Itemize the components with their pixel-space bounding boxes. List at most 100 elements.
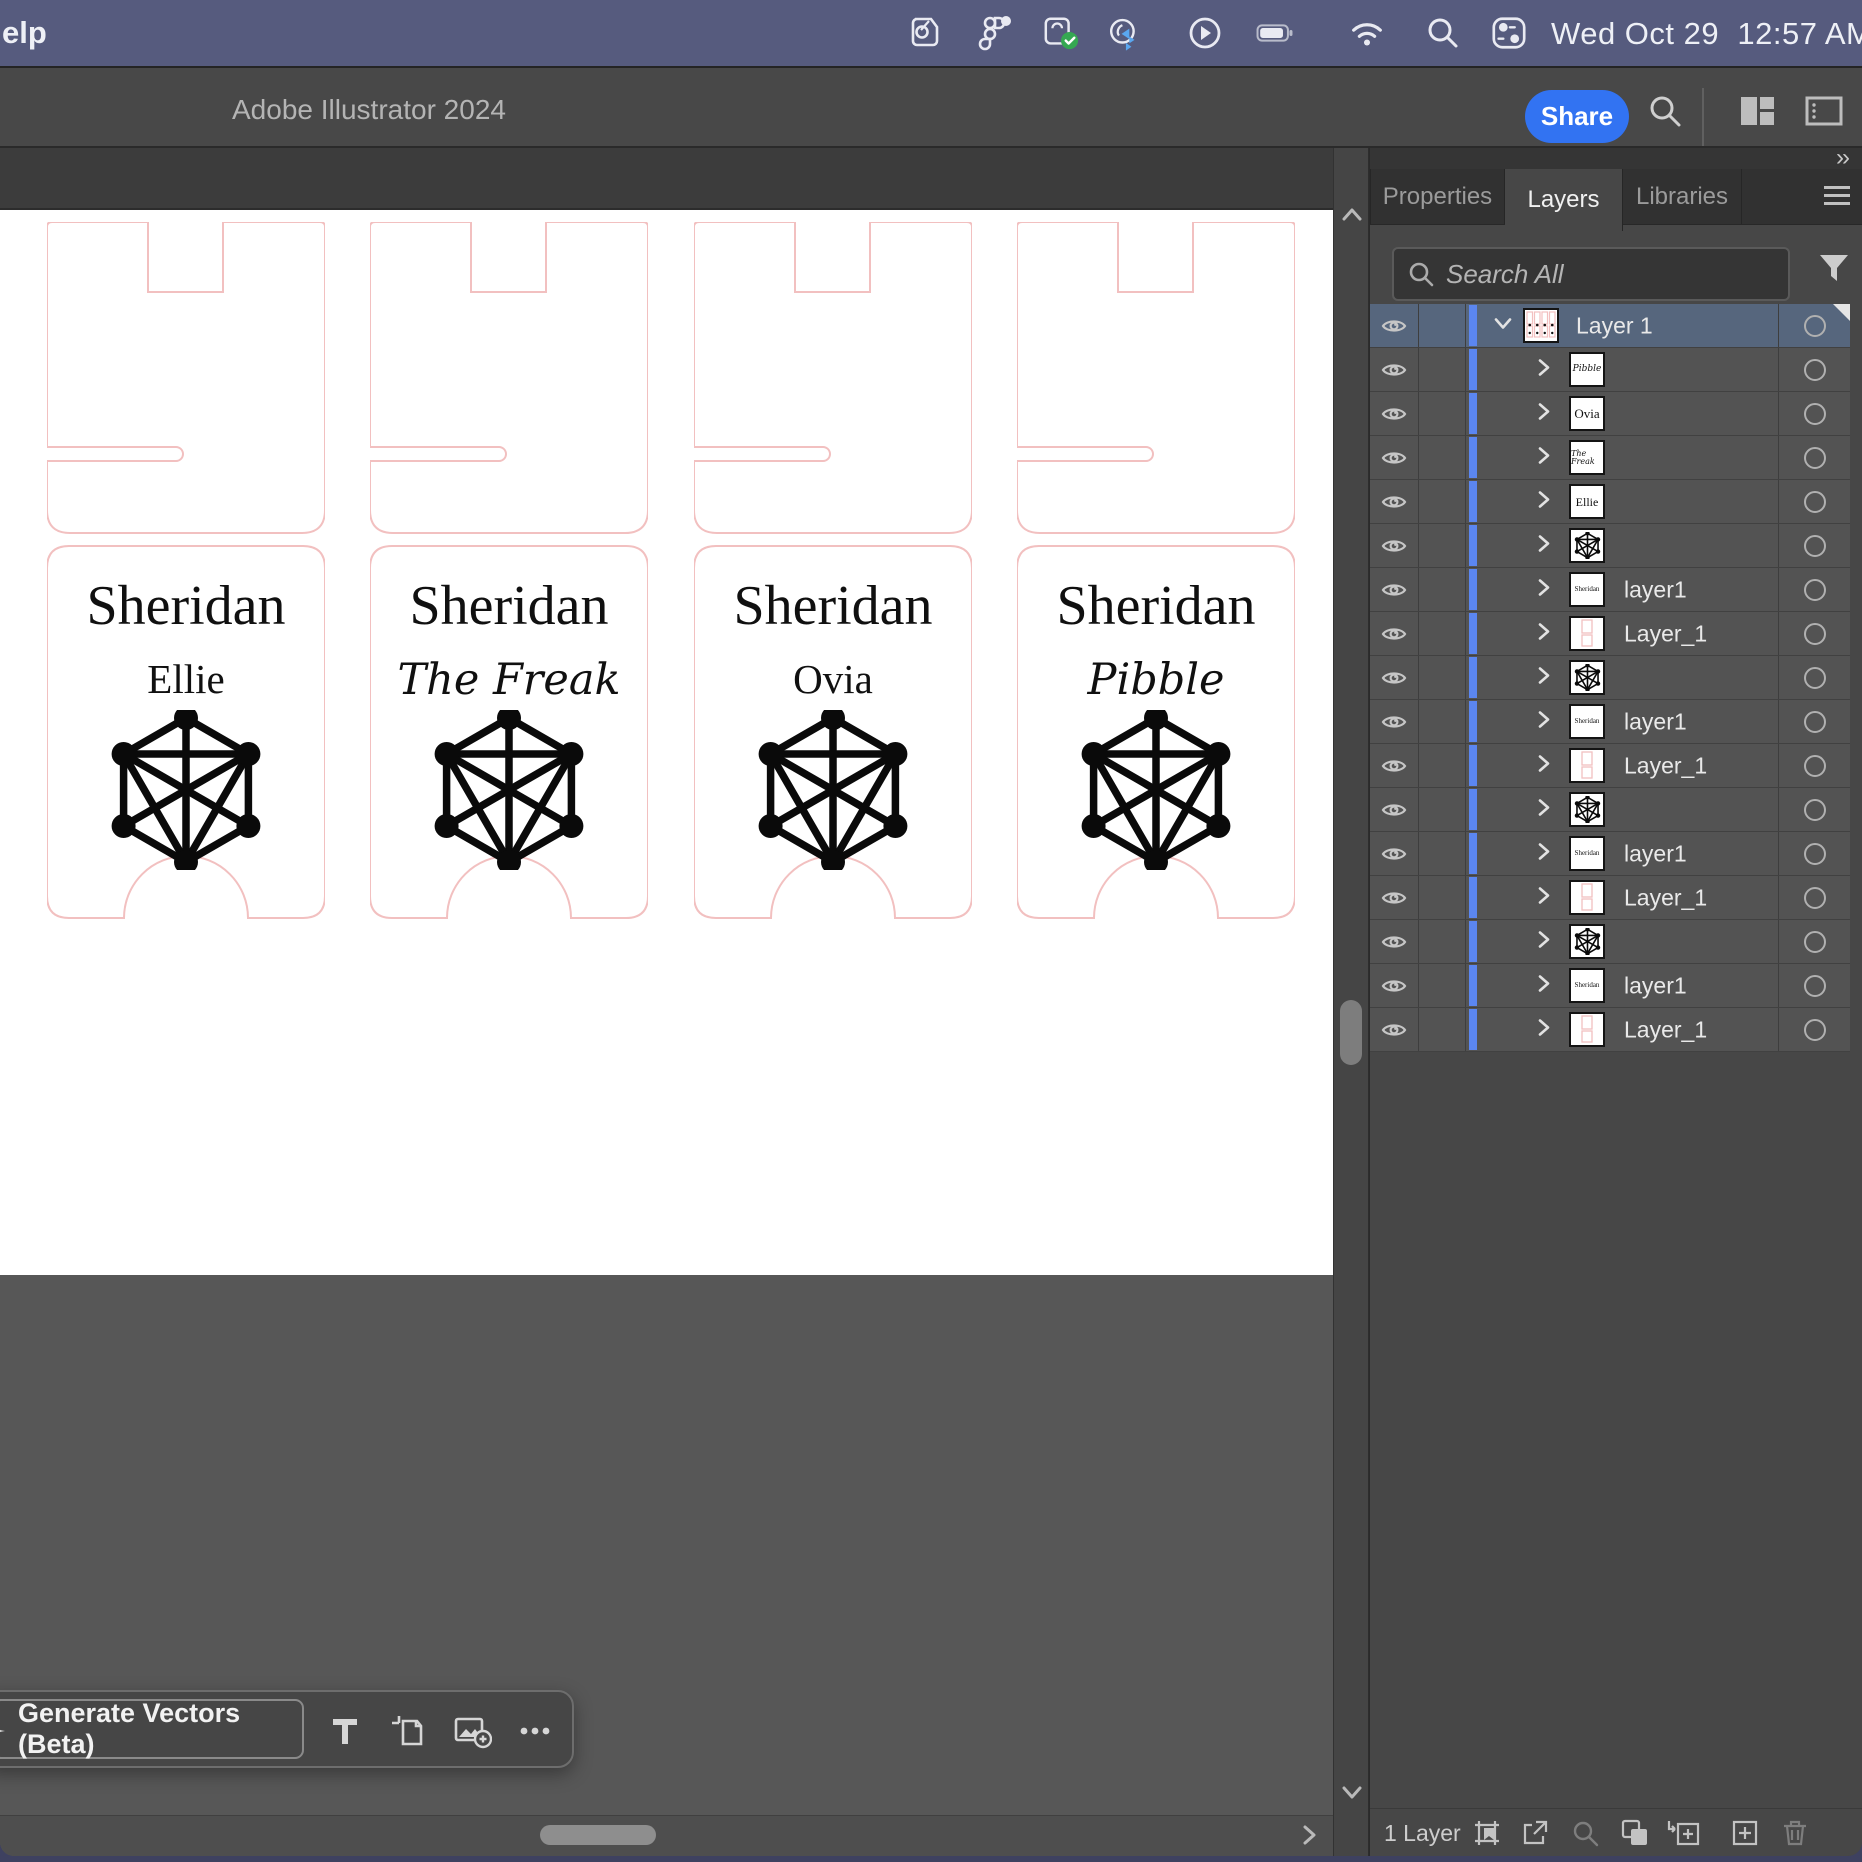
visibility-eye-icon[interactable] — [1370, 744, 1419, 787]
target-circle[interactable] — [1778, 964, 1850, 1007]
scroll-down-icon[interactable] — [1339, 1781, 1365, 1808]
layer-row-main[interactable] — [1466, 524, 1778, 567]
chevron-right-icon[interactable] — [1536, 620, 1552, 647]
visibility-eye-icon[interactable] — [1370, 392, 1419, 435]
lock-cell[interactable] — [1419, 348, 1466, 391]
layer-row-main[interactable]: Sheridanlayer1 — [1466, 964, 1778, 1007]
layer-label[interactable]: layer1 — [1624, 576, 1687, 603]
layer-row-group[interactable]: Ellie — [1370, 480, 1850, 524]
target-circle[interactable] — [1778, 788, 1850, 831]
vertical-scrollbar-thumb[interactable] — [1340, 1000, 1362, 1065]
target-circle[interactable] — [1778, 348, 1850, 391]
lock-cell[interactable] — [1419, 436, 1466, 479]
layer-label[interactable]: Layer_1 — [1624, 752, 1707, 779]
share-button[interactable]: Share — [1525, 90, 1629, 143]
target-circle[interactable] — [1778, 524, 1850, 567]
lock-cell[interactable] — [1419, 832, 1466, 875]
lock-cell[interactable] — [1419, 392, 1466, 435]
chevron-down-icon[interactable] — [1492, 315, 1514, 336]
search-icon[interactable] — [1646, 92, 1684, 135]
new-sublayer-icon[interactable] — [1666, 1818, 1702, 1853]
target-circle[interactable] — [1778, 876, 1850, 919]
horizontal-scrollbar-thumb[interactable] — [540, 1825, 656, 1845]
layer-row-main[interactable]: Layer_1 — [1466, 612, 1778, 655]
layer-thumbnail[interactable] — [1569, 792, 1605, 827]
visibility-eye-icon[interactable] — [1370, 656, 1419, 699]
visibility-eye-icon[interactable] — [1370, 964, 1419, 1007]
chevron-right-icon[interactable] — [1536, 884, 1552, 911]
tab-libraries[interactable]: Libraries — [1623, 169, 1742, 224]
target-circle[interactable] — [1778, 480, 1850, 523]
layer-row-main[interactable] — [1466, 920, 1778, 963]
layer-label[interactable]: layer1 — [1624, 840, 1687, 867]
scroll-right-icon[interactable] — [1298, 1822, 1320, 1853]
layer-row-group[interactable] — [1370, 788, 1850, 832]
layer-row-main[interactable]: Ellie — [1466, 480, 1778, 523]
wifi-icon[interactable] — [1348, 15, 1386, 51]
layer-thumbnail[interactable] — [1569, 616, 1605, 651]
lock-cell[interactable] — [1419, 524, 1466, 567]
lock-cell[interactable] — [1419, 744, 1466, 787]
photos-icon[interactable] — [906, 15, 944, 51]
menu-bar-clock[interactable]: Wed Oct 29 12:57 AM — [1551, 16, 1862, 52]
battery-icon[interactable] — [1256, 15, 1294, 51]
horizontal-scrollbar[interactable] — [0, 1815, 1333, 1856]
layer-thumbnail[interactable] — [1569, 1012, 1605, 1047]
target-circle[interactable] — [1778, 1008, 1850, 1051]
visibility-eye-icon[interactable] — [1370, 920, 1419, 963]
layer-row-group[interactable]: Ovia — [1370, 392, 1850, 436]
visibility-eye-icon[interactable] — [1370, 612, 1419, 655]
chevron-right-icon[interactable] — [1536, 796, 1552, 823]
target-circle[interactable] — [1778, 832, 1850, 875]
bookmark-design-ellie[interactable]: SheridanEllie — [47, 222, 325, 922]
chevron-right-icon[interactable] — [1536, 532, 1552, 559]
layer-thumbnail[interactable] — [1569, 528, 1605, 563]
visibility-eye-icon[interactable] — [1370, 788, 1419, 831]
layer-row-main[interactable]: Pibble — [1466, 348, 1778, 391]
chevron-right-icon[interactable] — [1536, 488, 1552, 515]
lock-cell[interactable] — [1419, 568, 1466, 611]
layer-thumbnail[interactable]: Sheridan — [1569, 572, 1605, 607]
layer-row-layer1[interactable]: Sheridanlayer1 — [1370, 700, 1850, 744]
add-image-icon[interactable] — [454, 1714, 492, 1755]
layer-row-layer 1[interactable]: Layer 1 — [1370, 304, 1850, 348]
search-input[interactable]: Search All — [1392, 247, 1790, 301]
visibility-eye-icon[interactable] — [1370, 480, 1419, 523]
target-circle[interactable] — [1778, 612, 1850, 655]
layer-row-group[interactable] — [1370, 524, 1850, 568]
visibility-eye-icon[interactable] — [1370, 832, 1419, 875]
chevron-right-icon[interactable] — [1536, 972, 1552, 999]
layer-row-group[interactable] — [1370, 656, 1850, 700]
lock-cell[interactable] — [1419, 656, 1466, 699]
layer-row-main[interactable] — [1466, 788, 1778, 831]
lock-cell[interactable] — [1419, 612, 1466, 655]
visibility-eye-icon[interactable] — [1370, 348, 1419, 391]
bookmark-design-pibble[interactable]: SheridanPibble — [1017, 222, 1295, 922]
vertical-scrollbar[interactable] — [1333, 148, 1369, 1856]
play-circle-icon[interactable] — [1186, 15, 1224, 51]
collect-for-export-icon[interactable] — [1472, 1818, 1502, 1853]
layer-row-group[interactable]: The Freak — [1370, 436, 1850, 480]
layer-row-layer_1[interactable]: Layer_1 — [1370, 744, 1850, 788]
layer-thumbnail[interactable]: Pibble — [1569, 352, 1605, 387]
scroll-up-icon[interactable] — [1339, 204, 1365, 231]
layer-thumbnail[interactable] — [1523, 308, 1559, 343]
visibility-eye-icon[interactable] — [1370, 700, 1419, 743]
lock-cell[interactable] — [1419, 964, 1466, 1007]
layer-row-main[interactable]: The Freak — [1466, 436, 1778, 479]
tab-properties[interactable]: Properties — [1370, 169, 1505, 224]
panel-menu-icon[interactable] — [1824, 186, 1850, 210]
filter-icon[interactable] — [1815, 251, 1853, 290]
layer-row-main[interactable]: Layer_1 — [1466, 744, 1778, 787]
layer-row-layer_1[interactable]: Layer_1 — [1370, 1008, 1850, 1052]
layer-label[interactable]: layer1 — [1624, 708, 1687, 735]
chevron-right-icon[interactable] — [1536, 356, 1552, 383]
control-center-icon[interactable] — [1490, 15, 1528, 51]
target-circle[interactable] — [1778, 568, 1850, 611]
target-circle[interactable] — [1778, 920, 1850, 963]
layer-row-layer_1[interactable]: Layer_1 — [1370, 876, 1850, 920]
layer-thumbnail[interactable]: The Freak — [1569, 440, 1605, 475]
figma-icon[interactable] — [976, 15, 1014, 51]
layer-label[interactable]: Layer 1 — [1576, 312, 1653, 339]
visibility-eye-icon[interactable] — [1370, 568, 1419, 611]
